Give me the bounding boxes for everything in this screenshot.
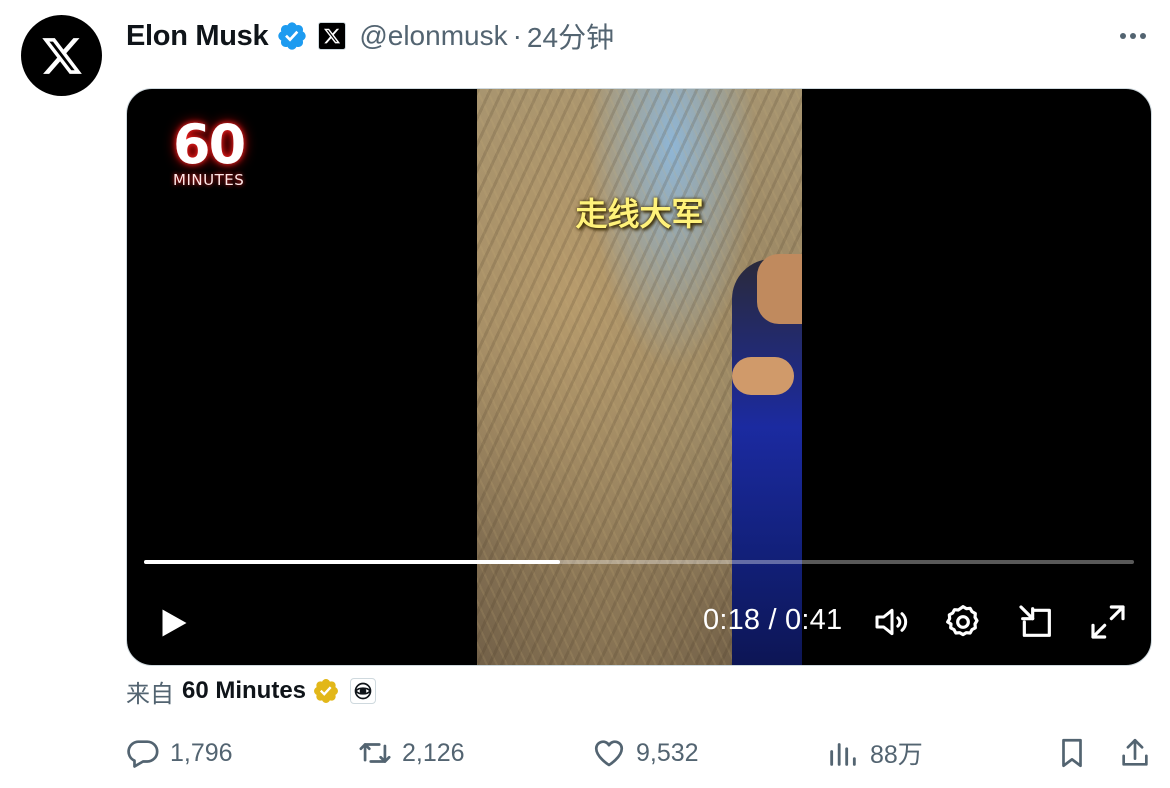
- settings-icon[interactable]: [943, 602, 983, 642]
- logo-text: MINUTES: [173, 171, 245, 189]
- video-subtitle: 走线大军: [575, 195, 704, 233]
- video-source: 来自 60 Minutes: [126, 673, 377, 709]
- x-logo-icon: [324, 28, 341, 44]
- bookmark-button[interactable]: [1055, 733, 1089, 773]
- cbs-eye-icon[interactable]: [350, 678, 377, 704]
- reply-button[interactable]: 1,796: [126, 733, 233, 773]
- views-button[interactable]: 88万: [826, 733, 923, 773]
- picture-in-picture-icon[interactable]: [1016, 602, 1056, 642]
- heart-icon: [594, 740, 624, 767]
- progress-bar[interactable]: [144, 560, 1134, 564]
- more-horizontal-icon: [1120, 33, 1126, 39]
- retweet-icon: [359, 743, 391, 763]
- share-button[interactable]: [1118, 733, 1152, 773]
- views-count: 88万: [870, 741, 923, 769]
- source-prefix: 来自: [126, 679, 174, 708]
- share-icon: [1122, 738, 1148, 766]
- bookmark-icon: [1062, 738, 1082, 768]
- reply-icon: [127, 740, 159, 768]
- author-display-name[interactable]: Elon Musk: [126, 20, 269, 53]
- avatar[interactable]: [21, 15, 102, 96]
- logo-number: 60: [173, 113, 246, 176]
- video-player[interactable]: 走线大军 60 MINUTES 0:18 / 0:41: [126, 88, 1152, 666]
- time-separator: /: [768, 604, 777, 636]
- header-separator: ·: [512, 20, 522, 51]
- x-logo-icon: [41, 37, 82, 74]
- duration: 0:41: [785, 604, 843, 636]
- more-menu-button[interactable]: [1118, 22, 1148, 50]
- tweet-actions: 1,796 2,126 9,532 88万: [126, 733, 1152, 773]
- fullscreen-icon[interactable]: [1088, 602, 1128, 642]
- like-button[interactable]: 9,532: [592, 733, 699, 773]
- like-count: 9,532: [636, 738, 699, 767]
- analytics-icon: [830, 743, 856, 766]
- retweet-button[interactable]: 2,126: [358, 733, 465, 773]
- sixty-minutes-logo: 60 MINUTES: [173, 113, 278, 190]
- play-icon[interactable]: [155, 604, 191, 642]
- retweet-count: 2,126: [402, 738, 465, 767]
- volume-icon[interactable]: [872, 602, 912, 642]
- gold-verified-icon[interactable]: [312, 677, 340, 705]
- progress-fill: [144, 560, 560, 564]
- video-frame: 走线大军: [477, 89, 802, 665]
- tweet-header: Elon Musk @elonmusk · 24分钟: [126, 14, 614, 58]
- video-timecode: 0:18 / 0:41: [703, 604, 842, 637]
- blue-verified-icon[interactable]: [276, 20, 308, 52]
- author-handle[interactable]: @elonmusk: [359, 20, 507, 52]
- source-name[interactable]: 60 Minutes: [182, 677, 306, 705]
- current-time: 0:18: [703, 604, 761, 636]
- video-controls: 0:18 / 0:41: [127, 594, 1151, 650]
- tweet-timestamp[interactable]: 24分钟: [527, 16, 614, 56]
- reply-count: 1,796: [170, 738, 233, 767]
- affiliation-badge[interactable]: [318, 22, 347, 50]
